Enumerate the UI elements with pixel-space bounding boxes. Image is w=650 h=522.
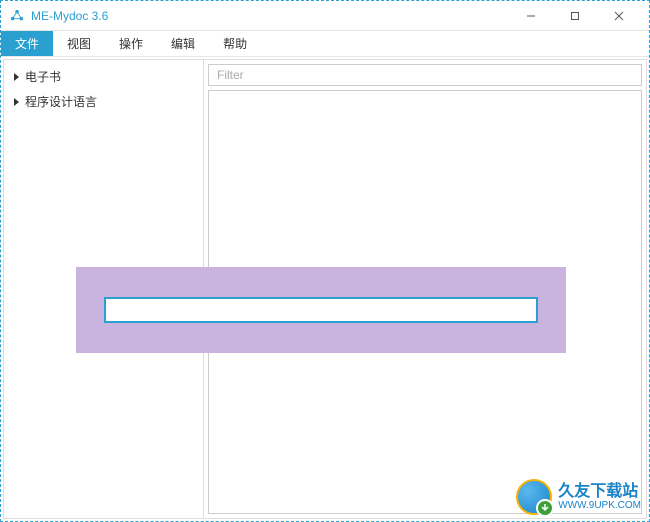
watermark-text: 久友下载站 WWW.9UPK.COM xyxy=(558,483,641,512)
tree-label: 电子书 xyxy=(25,68,61,85)
app-title: ME-Mydoc 3.6 xyxy=(31,9,509,23)
titlebar: ME-Mydoc 3.6 xyxy=(1,1,649,31)
watermark: 久友下载站 WWW.9UPK.COM xyxy=(516,479,641,515)
tree-label: 程序设计语言 xyxy=(25,93,97,110)
menubar: 文件 视图 操作 编辑 帮助 xyxy=(1,31,649,57)
watermark-sub: WWW.9UPK.COM xyxy=(558,500,641,511)
menu-file[interactable]: 文件 xyxy=(1,31,53,56)
menu-edit[interactable]: 编辑 xyxy=(157,31,209,56)
window-controls xyxy=(509,2,641,30)
watermark-logo-icon xyxy=(516,479,552,515)
modal-overlay xyxy=(76,267,566,353)
tree-item-ebook[interactable]: 电子书 xyxy=(4,64,203,89)
maximize-button[interactable] xyxy=(553,2,597,30)
modal-input[interactable] xyxy=(104,297,538,323)
caret-right-icon xyxy=(14,98,19,106)
watermark-main: 久友下载站 xyxy=(558,483,641,501)
menu-view[interactable]: 视图 xyxy=(53,31,105,56)
close-button[interactable] xyxy=(597,2,641,30)
app-window: ME-Mydoc 3.6 文件 视图 操作 编辑 帮助 电子书 xyxy=(1,1,649,521)
minimize-button[interactable] xyxy=(509,2,553,30)
menu-help[interactable]: 帮助 xyxy=(209,31,261,56)
menu-operate[interactable]: 操作 xyxy=(105,31,157,56)
download-arrow-icon xyxy=(536,499,554,517)
app-icon xyxy=(9,8,25,24)
caret-right-icon xyxy=(14,73,19,81)
filter-input[interactable] xyxy=(208,64,642,86)
tree-item-programming[interactable]: 程序设计语言 xyxy=(4,89,203,114)
